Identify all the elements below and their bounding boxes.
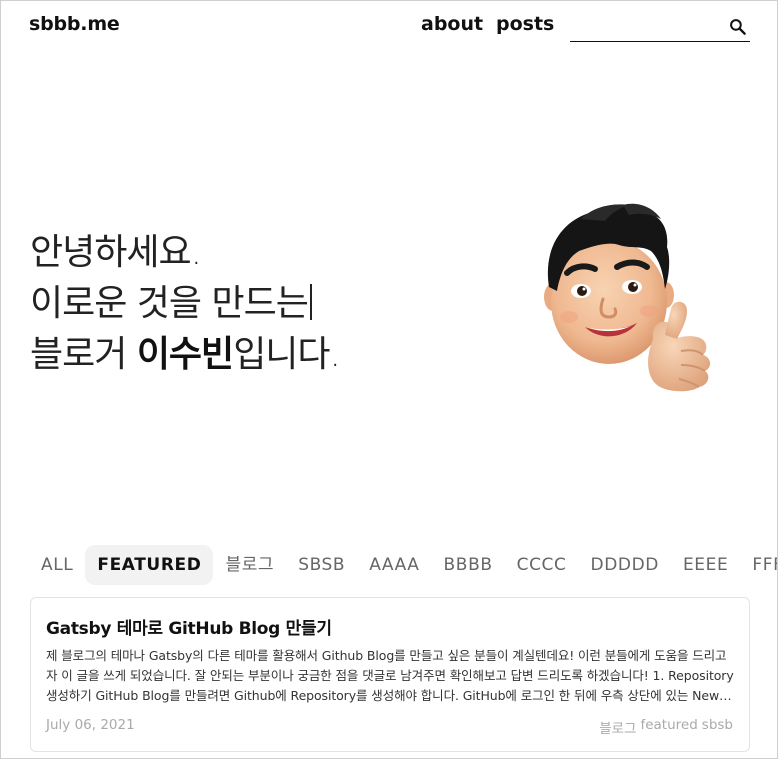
tab-cccc[interactable]: CCCC	[505, 545, 579, 585]
tab-ffff[interactable]: FFFF	[740, 545, 777, 585]
hero-line-2-text: 이로운 것을 만드는	[30, 283, 309, 324]
post-tag[interactable]: featured	[640, 717, 697, 737]
tab-all[interactable]: ALL	[29, 545, 85, 585]
post-title[interactable]: Gatsby 테마로 GitHub Blog 만들기	[46, 614, 332, 639]
hero-author-name: 이수빈	[136, 334, 234, 375]
tab-featured[interactable]: FEATURED	[85, 545, 214, 585]
tab-블로그[interactable]: 블로그	[213, 545, 286, 585]
post-tags: 블로그 featured sbsb	[599, 717, 733, 737]
hero-line-3-suffix: 입니다.	[233, 334, 341, 375]
hero-line-3: 블로거 이수빈입니다.	[30, 329, 341, 380]
tab-eeee[interactable]: EEEE	[671, 545, 740, 585]
tab-aaaa[interactable]: AAAA	[357, 545, 431, 585]
tab-bbbb[interactable]: BBBB	[432, 545, 505, 585]
search-input[interactable]	[570, 15, 720, 39]
category-tabs: ALL FEATURED 블로그 SBSB AAAA BBBB CCCC DDDDD EEEE F…	[29, 545, 777, 585]
typing-caret	[309, 284, 312, 320]
hero-intro: 안녕하세요. 이로운 것을 만드는 블로거 이수빈입니다.	[30, 227, 341, 380]
post-tag[interactable]: 블로그	[599, 717, 636, 737]
hero-line-1-text: 안녕하세요.	[30, 232, 202, 273]
hero-line-3-prefix: 블로거	[30, 334, 137, 375]
page: sbbb.me about posts 안녕하세요. 이로운 것을 만드는 블로…	[0, 0, 778, 759]
post-tag[interactable]: sbsb	[702, 717, 733, 737]
search-box	[570, 11, 750, 42]
site-logo[interactable]: sbbb.me	[29, 13, 120, 35]
search-icon[interactable]	[728, 17, 748, 37]
tab-sbsb[interactable]: SBSB	[286, 545, 357, 585]
nav-posts-link[interactable]: posts	[496, 13, 554, 35]
hero-line-2: 이로운 것을 만드는	[30, 278, 340, 329]
top-nav: sbbb.me about posts	[1, 1, 777, 51]
memoji-avatar-icon	[544, 203, 711, 392]
nav-about-link[interactable]: about	[421, 13, 483, 35]
hero-line-1: 안녕하세요.	[30, 227, 340, 278]
tab-ddddd[interactable]: DDDDD	[579, 545, 671, 585]
post-card[interactable]: Gatsby 테마로 GitHub Blog 만들기 제 블로그의 테마나 Ga…	[30, 597, 750, 752]
post-excerpt: 제 블로그의 테마나 Gatsby의 다른 테마를 활용해서 Github Bl…	[46, 648, 734, 703]
post-date: July 06, 2021	[46, 717, 135, 733]
